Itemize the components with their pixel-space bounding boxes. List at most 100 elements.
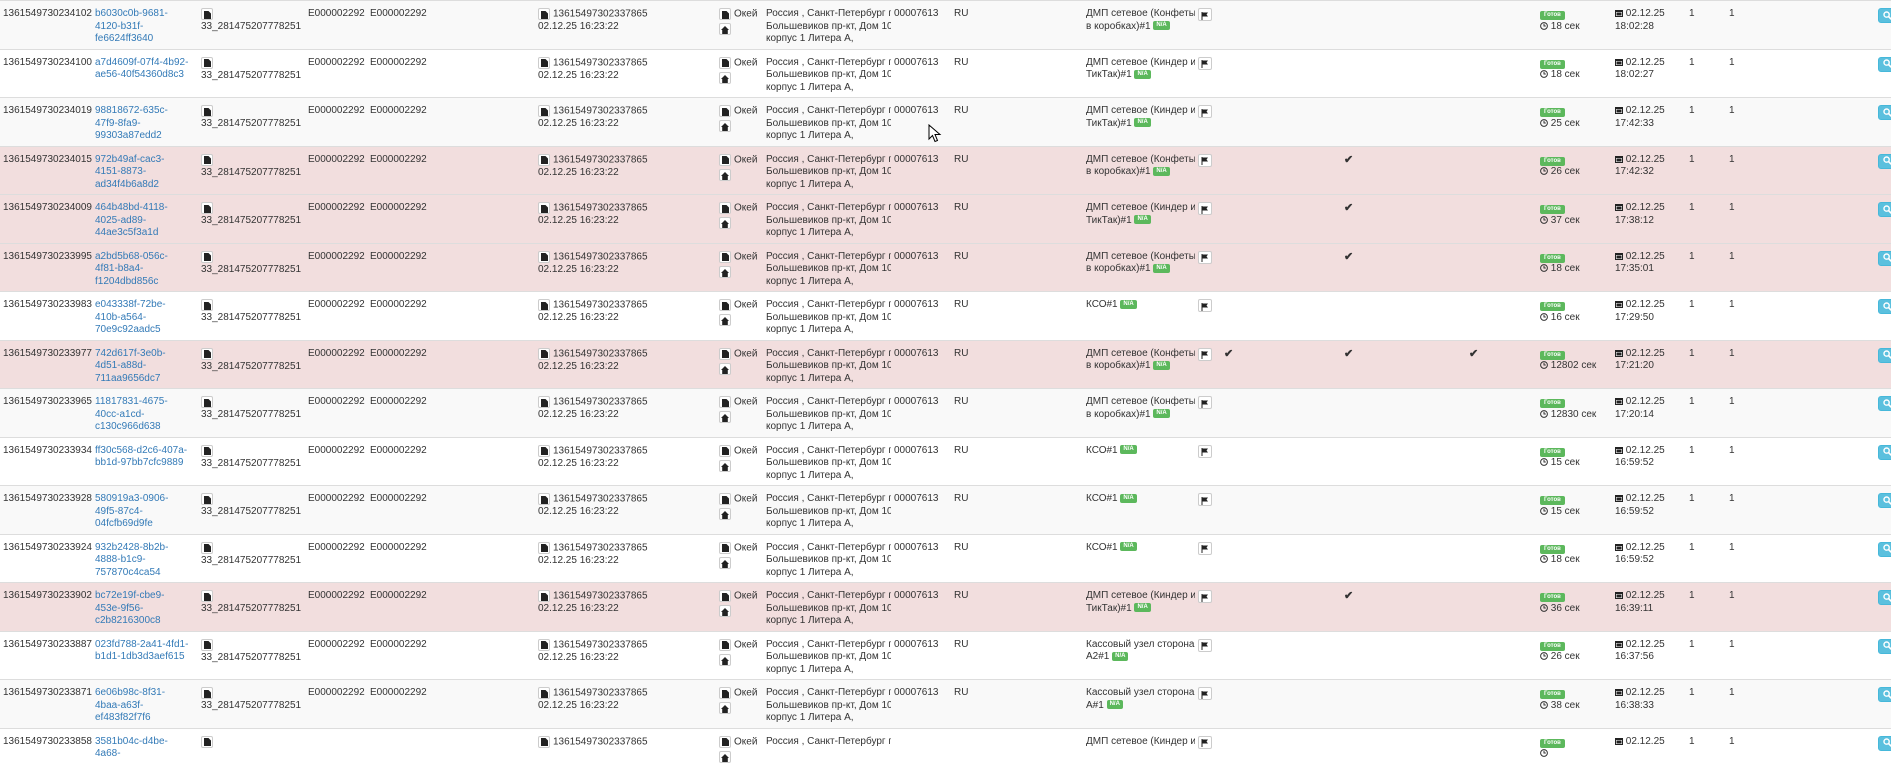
file-button[interactable]: [719, 8, 731, 20]
file-button[interactable]: [538, 590, 550, 602]
search-button[interactable]: [1878, 687, 1891, 702]
uuid-link[interactable]: 023fd788-2a41-4fd1-b1d1-1db3d3aef615: [95, 639, 190, 664]
uuid-link[interactable]: 580919a3-0906-49f5-87c4-04fcfb69d9fe: [95, 493, 190, 531]
search-button[interactable]: [1878, 299, 1891, 314]
file-button[interactable]: [719, 105, 731, 117]
search-button[interactable]: [1878, 735, 1891, 751]
file-button[interactable]: [719, 687, 731, 699]
table-row[interactable]: 13615497302340099 464b48bd-4118-4025-ad89…: [0, 194, 1891, 243]
flag-button[interactable]: [1198, 8, 1212, 21]
file-button[interactable]: [538, 153, 550, 166]
flag-button[interactable]: [1198, 541, 1212, 555]
file-button[interactable]: [201, 299, 213, 311]
search-button[interactable]: [1878, 638, 1891, 654]
uuid-link[interactable]: 742d617f-3e0b-4d51-a88d-711aa9656dc7: [95, 348, 190, 386]
home-button[interactable]: [719, 217, 731, 230]
file-button[interactable]: [201, 56, 213, 69]
table-row[interactable]: 13615497302338871 023fd788-2a41-4fd1-b1d1…: [0, 630, 1891, 680]
uuid-link[interactable]: 6e06b98c-8f31-4baa-a63f-ef483f82f7f6: [95, 687, 190, 725]
home-button[interactable]: [719, 508, 731, 521]
table-row[interactable]: 13615497302339958 a2bd5b68-056c-4f81-b8a4…: [0, 242, 1891, 292]
uuid-link[interactable]: 972b49af-cac3-4151-8873-ad34f4b6a8d2: [95, 154, 190, 192]
file-button[interactable]: [201, 202, 213, 214]
file-button[interactable]: [538, 638, 550, 651]
table-row[interactable]: 13615497302339659 11817831-4675-40cc-a1cd…: [0, 388, 1891, 437]
file-button[interactable]: [719, 396, 731, 408]
file-button[interactable]: [719, 56, 731, 69]
file-button[interactable]: [538, 299, 550, 311]
file-button[interactable]: [538, 56, 550, 69]
flag-button[interactable]: [1198, 56, 1212, 70]
file-button[interactable]: [719, 493, 731, 505]
table-row[interactable]: 13615497302338580 3581b04c-d4be-4a68- 1361…: [0, 727, 1891, 777]
table-row[interactable]: 13615497302339771 742d617f-3e0b-4d51-a88d…: [0, 339, 1891, 389]
file-button[interactable]: [538, 541, 550, 554]
flag-button[interactable]: [1198, 347, 1212, 361]
search-button[interactable]: [1878, 105, 1891, 120]
table-row[interactable]: 13615497302339834 e043338f-72be-410b-a564…: [0, 291, 1891, 340]
file-button[interactable]: [719, 735, 731, 748]
file-button[interactable]: [201, 590, 213, 602]
flag-button[interactable]: [1198, 153, 1212, 167]
home-button[interactable]: [719, 702, 731, 715]
table-row[interactable]: 13615497302339020 bc72e19f-cbe9-453e-9f56…: [0, 582, 1891, 631]
file-button[interactable]: [719, 250, 731, 263]
file-button[interactable]: [201, 8, 213, 20]
file-button[interactable]: [201, 638, 213, 651]
table-row[interactable]: 13615497302340192 98818672-635c-47f9-8fa9…: [0, 97, 1891, 146]
search-button[interactable]: [1878, 590, 1891, 605]
search-button[interactable]: [1878, 541, 1891, 557]
flag-button[interactable]: [1198, 590, 1212, 603]
search-button[interactable]: [1878, 347, 1891, 363]
table-row[interactable]: 13615497302338713 6e06b98c-8f31-4baa-a63f…: [0, 679, 1891, 728]
uuid-link[interactable]: 3581b04c-d4be-4a68-: [95, 736, 190, 761]
file-button[interactable]: [719, 299, 731, 311]
uuid-link[interactable]: bc72e19f-cbe9-453e-9f56-c2b8216300c8: [95, 590, 190, 628]
file-button[interactable]: [719, 202, 731, 214]
table-row[interactable]: 13615497302339284 580919a3-0906-49f5-87c4…: [0, 485, 1891, 534]
search-button[interactable]: [1878, 250, 1891, 266]
search-button[interactable]: [1878, 493, 1891, 508]
file-button[interactable]: [538, 396, 550, 408]
file-button[interactable]: [719, 153, 731, 166]
file-button[interactable]: [538, 687, 550, 699]
uuid-link[interactable]: 98818672-635c-47f9-8fa9-99303a87edd2: [95, 105, 190, 143]
uuid-link[interactable]: ff30c568-d2c6-407a-bb1d-97bb7cfc9889: [95, 445, 190, 470]
flag-button[interactable]: [1198, 202, 1212, 215]
file-button[interactable]: [538, 347, 550, 360]
flag-button[interactable]: [1198, 493, 1212, 506]
flag-button[interactable]: [1198, 105, 1212, 118]
search-button[interactable]: [1878, 56, 1891, 72]
flag-button[interactable]: [1198, 638, 1212, 652]
table-row[interactable]: 13615497302341024 b6030c0b-9681-4120-b31f…: [0, 0, 1891, 49]
file-button[interactable]: [201, 153, 213, 166]
file-button[interactable]: [538, 735, 550, 748]
uuid-link[interactable]: a2bd5b68-056c-4f81-b8a4-f1204dbd856c: [95, 251, 190, 289]
file-button[interactable]: [538, 444, 550, 457]
home-button[interactable]: [719, 362, 731, 375]
file-button[interactable]: [719, 541, 731, 554]
search-button[interactable]: [1878, 444, 1891, 460]
table-row[interactable]: 13615497302339247 932b2428-8b2b-4888-b1c9…: [0, 533, 1891, 583]
file-button[interactable]: [201, 444, 213, 457]
file-button[interactable]: [201, 541, 213, 554]
flag-button[interactable]: [1198, 687, 1212, 700]
search-button[interactable]: [1878, 153, 1891, 169]
file-button[interactable]: [538, 105, 550, 117]
home-button[interactable]: [719, 168, 731, 181]
uuid-link[interactable]: 932b2428-8b2b-4888-b1c9-757870c4ca54: [95, 542, 190, 580]
search-button[interactable]: [1878, 8, 1891, 23]
search-button[interactable]: [1878, 396, 1891, 411]
home-button[interactable]: [719, 120, 731, 133]
file-button[interactable]: [201, 347, 213, 360]
flag-button[interactable]: [1198, 299, 1212, 312]
home-button[interactable]: [719, 459, 731, 472]
home-button[interactable]: [719, 71, 731, 84]
file-button[interactable]: [201, 687, 213, 699]
flag-button[interactable]: [1198, 396, 1212, 409]
file-button[interactable]: [538, 250, 550, 263]
home-button[interactable]: [719, 750, 731, 763]
file-button[interactable]: [719, 590, 731, 602]
home-button[interactable]: [719, 653, 731, 666]
file-button[interactable]: [201, 493, 213, 505]
